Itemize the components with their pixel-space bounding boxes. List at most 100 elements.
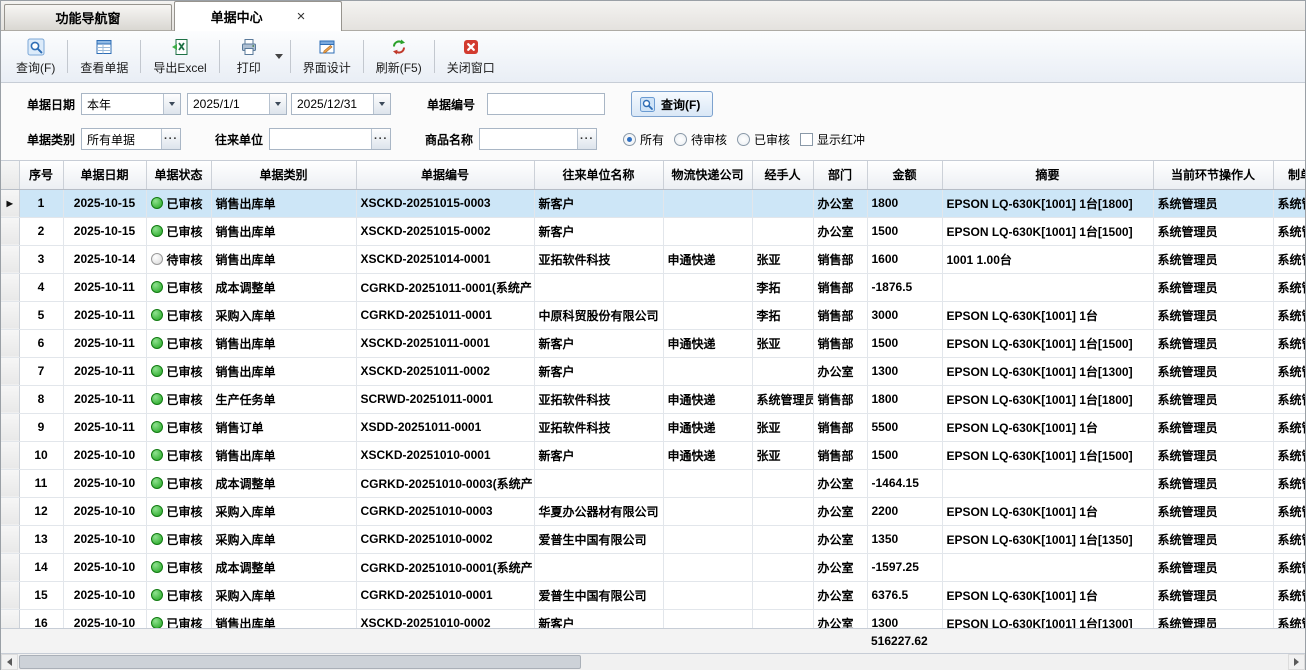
table-row[interactable]: 42025-10-11已审核成本调整单CGRKD-20251011-0001(系…: [1, 273, 1305, 301]
table-row[interactable]: 32025-10-14待审核销售出库单XSCKD-20251014-0001亚拓…: [1, 245, 1305, 273]
date-range-select[interactable]: 本年: [81, 93, 181, 115]
cell-dept: 销售部: [813, 413, 867, 441]
row-header-cell[interactable]: [1, 245, 19, 273]
cell-maker: 系统管理员: [1273, 525, 1305, 553]
row-header-cell[interactable]: [1, 525, 19, 553]
column-header-operator[interactable]: 当前环节操作人: [1153, 161, 1273, 189]
approved-status-icon: [151, 421, 163, 433]
cell-logistics: [663, 217, 752, 245]
date-to-picker[interactable]: 2025/12/31: [291, 93, 391, 115]
cell-operator: 系统管理员: [1153, 553, 1273, 581]
cell-logistics: [663, 609, 752, 628]
table-row[interactable]: ▶12025-10-15已审核销售出库单XSCKD-20251015-0003新…: [1, 189, 1305, 217]
ellipsis-browse-icon[interactable]: ···: [577, 129, 596, 149]
cell-dept: 办公室: [813, 469, 867, 497]
radio-all[interactable]: 所有: [623, 131, 664, 148]
table-row[interactable]: 132025-10-10已审核采购入库单CGRKD-20251010-0002爱…: [1, 525, 1305, 553]
cell-amount: 3000: [867, 301, 942, 329]
column-header-date[interactable]: 单据日期: [63, 161, 146, 189]
table-row[interactable]: 92025-10-11已审核销售订单XSDD-20251011-0001亚拓软件…: [1, 413, 1305, 441]
scroll-left-icon[interactable]: [1, 654, 18, 670]
table-row[interactable]: 162025-10-10已审核销售出库单XSCKD-20251010-0002新…: [1, 609, 1305, 628]
table-row[interactable]: 62025-10-11已审核销售出库单XSCKD-20251011-0001新客…: [1, 329, 1305, 357]
export-excel-button[interactable]: 导出Excel: [144, 33, 215, 80]
column-header-category[interactable]: 单据类别: [211, 161, 356, 189]
print-button[interactable]: 打印: [223, 36, 275, 78]
search-submit-button[interactable]: 查询(F): [631, 91, 713, 117]
view-document-button[interactable]: 查看单据: [71, 33, 137, 80]
table-row[interactable]: 142025-10-10已审核成本调整单CGRKD-20251010-0001(…: [1, 553, 1305, 581]
table-row[interactable]: 82025-10-11已审核生产任务单SCRWD-20251011-0001亚拓…: [1, 385, 1305, 413]
column-header-summary[interactable]: 摘要: [942, 161, 1153, 189]
category-select[interactable]: 所有单据 ···: [81, 128, 181, 150]
table-row[interactable]: 22025-10-15已审核销售出库单XSCKD-20251015-0002新客…: [1, 217, 1305, 245]
print-dropdown-icon[interactable]: [275, 54, 283, 59]
row-header-cell[interactable]: [1, 329, 19, 357]
tab-function-nav[interactable]: 功能导航窗: [4, 4, 172, 30]
scrollbar-thumb[interactable]: [19, 655, 581, 669]
table-row[interactable]: 52025-10-11已审核采购入库单CGRKD-20251011-0001中原…: [1, 301, 1305, 329]
cell-handler: [752, 525, 813, 553]
refresh-button[interactable]: 刷新(F5): [367, 33, 431, 80]
column-header-maker[interactable]: 制单: [1273, 161, 1305, 189]
row-header-cell[interactable]: [1, 497, 19, 525]
tab-document-center[interactable]: 单据中心 ×: [174, 1, 342, 31]
column-header-status[interactable]: 单据状态: [146, 161, 211, 189]
row-header-cell[interactable]: [1, 385, 19, 413]
table-row[interactable]: 72025-10-11已审核销售出库单XSCKD-20251011-0002新客…: [1, 357, 1305, 385]
row-header-cell[interactable]: [1, 441, 19, 469]
doc-no-input[interactable]: [487, 93, 605, 115]
cell-seq: 14: [19, 553, 63, 581]
cell-category: 销售出库单: [211, 189, 356, 217]
row-header-cell[interactable]: [1, 553, 19, 581]
toolbar-separator: [219, 40, 220, 73]
table-row[interactable]: 152025-10-10已审核采购入库单CGRKD-20251010-0001爱…: [1, 581, 1305, 609]
horizontal-scrollbar[interactable]: [1, 654, 1305, 670]
date-from-picker[interactable]: 2025/1/1: [187, 93, 287, 115]
product-input[interactable]: ···: [479, 128, 597, 150]
radio-pending[interactable]: 待审核: [674, 131, 727, 148]
chevron-down-icon[interactable]: [373, 94, 390, 114]
cell-amount: 5500: [867, 413, 942, 441]
table-row[interactable]: 112025-10-10已审核成本调整单CGRKD-20251010-0003(…: [1, 469, 1305, 497]
table-row[interactable]: 102025-10-10已审核销售出库单XSCKD-20251010-0001新…: [1, 441, 1305, 469]
current-row-indicator[interactable]: ▶: [1, 189, 19, 217]
column-header-handler[interactable]: 经手人: [752, 161, 813, 189]
column-header-partner[interactable]: 往来单位名称: [534, 161, 663, 189]
row-header-cell[interactable]: [1, 469, 19, 497]
ui-design-button[interactable]: 界面设计: [294, 33, 360, 80]
cell-date: 2025-10-14: [63, 245, 146, 273]
column-header-seq[interactable]: 序号: [19, 161, 63, 189]
show-red-reversal-checkbox[interactable]: 显示红冲: [800, 131, 865, 148]
row-header-cell[interactable]: [1, 217, 19, 245]
row-header-cell[interactable]: [1, 609, 19, 628]
query-button[interactable]: 查询(F): [7, 33, 64, 80]
cell-dept: 销售部: [813, 385, 867, 413]
chevron-down-icon[interactable]: [269, 94, 286, 114]
ellipsis-browse-icon[interactable]: ···: [161, 129, 180, 149]
row-header-cell[interactable]: [1, 273, 19, 301]
row-header-cell[interactable]: [1, 413, 19, 441]
column-header-doc-no[interactable]: 单据编号: [356, 161, 534, 189]
cell-logistics: [663, 189, 752, 217]
cell-maker: 系统管理员: [1273, 497, 1305, 525]
chevron-down-icon[interactable]: [163, 94, 180, 114]
scroll-right-icon[interactable]: [1288, 654, 1305, 670]
row-header-cell[interactable]: [1, 301, 19, 329]
radio-approved[interactable]: 已审核: [737, 131, 790, 148]
cell-category: 生产任务单: [211, 385, 356, 413]
close-window-button[interactable]: 关闭窗口: [438, 33, 504, 80]
column-header-logistics[interactable]: 物流快递公司: [663, 161, 752, 189]
row-header-cell[interactable]: [1, 581, 19, 609]
column-header-dept[interactable]: 部门: [813, 161, 867, 189]
tab-close-icon[interactable]: ×: [297, 9, 306, 24]
row-header-cell[interactable]: [1, 357, 19, 385]
partner-input[interactable]: ···: [269, 128, 391, 150]
cell-date: 2025-10-10: [63, 441, 146, 469]
table-row[interactable]: 122025-10-10已审核采购入库单CGRKD-20251010-0003华…: [1, 497, 1305, 525]
cell-status: 已审核: [146, 441, 211, 469]
column-header-amount[interactable]: 金额: [867, 161, 942, 189]
ellipsis-browse-icon[interactable]: ···: [371, 129, 390, 149]
approved-status-icon: [151, 449, 163, 461]
cell-doc-no: CGRKD-20251010-0002: [356, 525, 534, 553]
